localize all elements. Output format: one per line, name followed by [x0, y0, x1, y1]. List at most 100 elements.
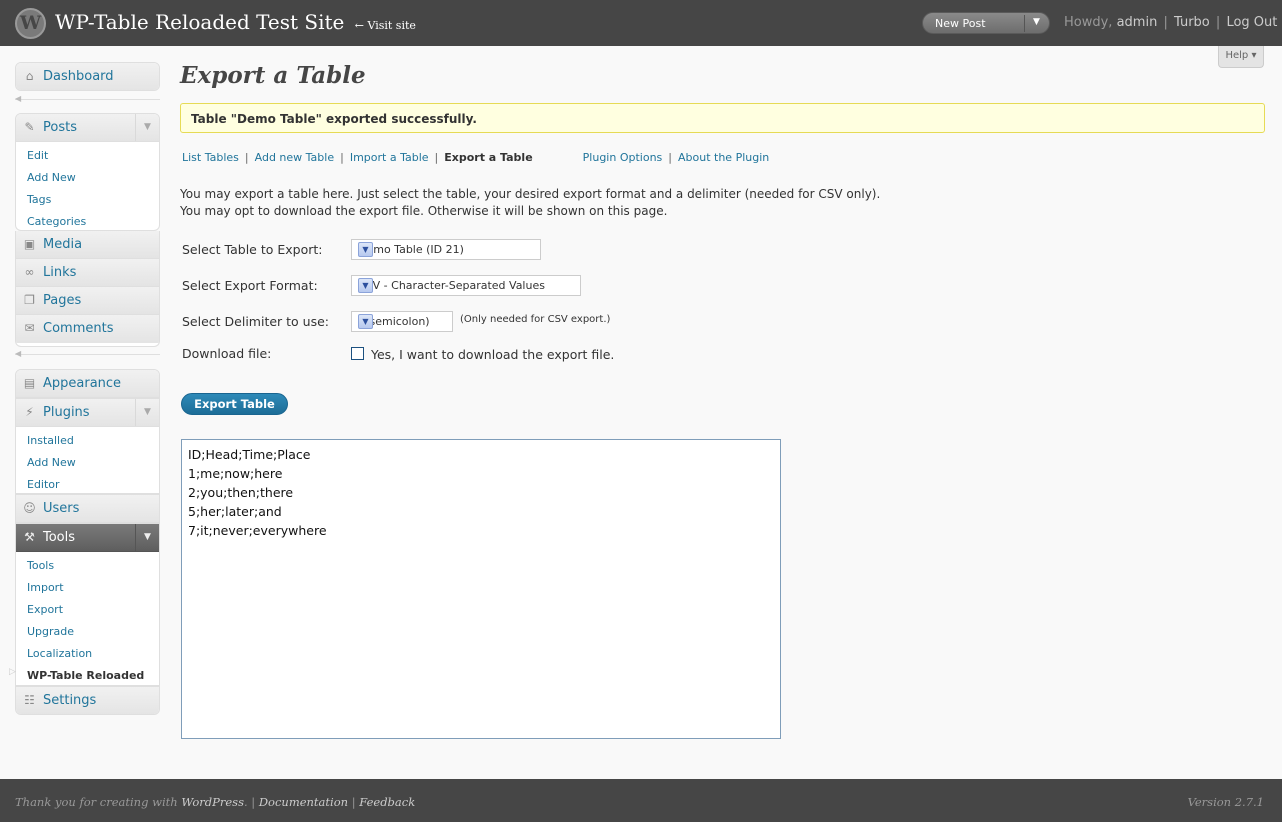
- intro-line: You may opt to download the export file.…: [180, 204, 668, 218]
- table-select-label: Select Table to Export:: [182, 242, 323, 257]
- format-select[interactable]: CSV - Character-Separated Values ▼: [351, 275, 581, 296]
- menu-separator[interactable]: ◀: [15, 94, 160, 105]
- sidebar-menu-posts: ✎ Posts ▼ Edit Add New Tags Categories: [15, 113, 160, 231]
- list-tables-link[interactable]: List Tables: [182, 151, 239, 164]
- export-table-button[interactable]: Export Table: [181, 393, 288, 415]
- import-table-link[interactable]: Import a Table: [350, 151, 429, 164]
- notice-text: Table "Demo Table" exported successfully…: [191, 112, 477, 126]
- menu-toggle-icon[interactable]: ▼: [135, 114, 159, 141]
- site-title: WP-Table Reloaded Test Site ← Visit site: [55, 10, 416, 34]
- chevron-down-icon: ▼: [358, 314, 373, 329]
- footer-credits: Thank you for creating with WordPress. |…: [15, 795, 416, 809]
- chevron-down-icon: ▼: [358, 278, 373, 293]
- new-post-label: New Post: [935, 17, 986, 30]
- export-output-textarea[interactable]: ID;Head;Time;Place 1;me;now;here 2;you;t…: [181, 439, 781, 739]
- admin-footer: Thank you for creating with WordPress. |…: [0, 779, 1282, 822]
- format-select-label: Select Export Format:: [182, 278, 318, 293]
- delimiter-select-label: Select Delimiter to use:: [182, 314, 330, 329]
- submenu-item-installed[interactable]: Installed: [16, 430, 159, 452]
- link-icon: ∞: [24, 265, 35, 279]
- sidebar-item-settings[interactable]: ☷ Settings: [15, 686, 160, 715]
- sidebar-item-comments[interactable]: ✉ Comments: [16, 315, 159, 343]
- media-icon: ▣: [23, 237, 36, 251]
- appearance-icon: ▤: [23, 376, 36, 390]
- intro-text: You may export a table here. Just select…: [180, 186, 880, 220]
- submenu-item-editor[interactable]: Editor: [16, 474, 159, 493]
- sidebar-item-users[interactable]: ☺ Users: [15, 494, 160, 523]
- sidebar-item-label: Pages: [43, 293, 82, 308]
- format-select-value: CSV - Character-Separated Values: [358, 279, 545, 292]
- settings-icon: ☷: [24, 693, 35, 707]
- page-title: Export a Table: [180, 62, 366, 89]
- download-checkbox[interactable]: [351, 347, 364, 360]
- delimiter-note: (Only needed for CSV export.): [460, 314, 611, 325]
- new-post-button[interactable]: New Post ▼: [922, 12, 1050, 34]
- sidebar-item-label: Comments: [43, 321, 114, 336]
- sidebar-item-links[interactable]: ∞ Links: [16, 259, 159, 287]
- sidebar-item-media[interactable]: ▣ Media: [16, 231, 159, 259]
- sidebar-item-pages[interactable]: ❐ Pages: [16, 287, 159, 315]
- sidebar-item-tools[interactable]: Tools: [43, 530, 75, 545]
- submenu-item-add-new-plugin[interactable]: Add New: [16, 452, 159, 474]
- plugin-icon: ⚡: [25, 405, 34, 419]
- sidebar-item-plugins[interactable]: Plugins: [43, 405, 90, 420]
- submenu-item-upgrade[interactable]: Upgrade: [16, 621, 159, 643]
- submenu-item-localization[interactable]: Localization: [16, 643, 159, 665]
- documentation-link[interactable]: Documentation: [259, 795, 348, 809]
- pushpin-icon: ✎: [24, 120, 35, 134]
- menu-toggle-icon[interactable]: ▼: [135, 399, 159, 426]
- help-button[interactable]: Help ▾: [1218, 46, 1264, 68]
- current-item-pointer-icon: ▷: [9, 667, 16, 677]
- feedback-link[interactable]: Feedback: [359, 795, 415, 809]
- submenu-item-export[interactable]: Export: [16, 599, 159, 621]
- menu-toggle-icon[interactable]: ▼: [135, 524, 159, 551]
- submenu-item-import[interactable]: Import: [16, 577, 159, 599]
- tools-icon: ⚒: [24, 530, 35, 544]
- visit-site-link[interactable]: ← Visit site: [355, 19, 416, 32]
- menu-separator[interactable]: ◀: [15, 349, 160, 360]
- sidebar-item-appearance[interactable]: ▤ Appearance: [15, 369, 160, 398]
- intro-line: You may export a table here. Just select…: [180, 187, 881, 201]
- submenu-item-categories[interactable]: Categories: [16, 211, 159, 230]
- plugin-options-link[interactable]: Plugin Options: [583, 151, 663, 164]
- export-line: 1;me;now;here: [188, 466, 283, 481]
- download-checkbox-label[interactable]: Yes, I want to download the export file.: [371, 347, 614, 362]
- sidebar-group-content: ▣ Media ∞ Links ❐ Pages ✉ Comments: [15, 231, 160, 347]
- export-table-current: Export a Table: [444, 151, 533, 164]
- sidebar-item-posts[interactable]: Posts: [43, 120, 77, 135]
- submenu-item-edit[interactable]: Edit: [16, 145, 159, 167]
- submenu-item-tags[interactable]: Tags: [16, 189, 159, 211]
- sidebar-item-label: Media: [43, 237, 83, 252]
- comments-icon: ✉: [24, 321, 35, 335]
- sidebar-menu-tools: ⚒ Tools ▼ Tools Import Export Upgrade Lo…: [15, 523, 160, 686]
- sidebar-item-label: Dashboard: [43, 69, 114, 84]
- turbo-link[interactable]: Turbo: [1174, 15, 1210, 30]
- export-line: 2;you;then;there: [188, 485, 294, 500]
- version-text: Version 2.7.1: [1187, 795, 1264, 809]
- dropdown-arrow-icon[interactable]: ▼: [1033, 17, 1040, 27]
- sidebar-menu-plugins: ⚡ Plugins ▼ Installed Add New Editor: [15, 398, 160, 494]
- sidebar-item-dashboard[interactable]: ⌂ Dashboard: [15, 62, 160, 91]
- thank-you-text: Thank you for creating with: [15, 795, 178, 809]
- download-label: Download file:: [182, 346, 272, 361]
- about-plugin-link[interactable]: About the Plugin: [678, 151, 769, 164]
- submenu-item-tools[interactable]: Tools: [16, 555, 159, 577]
- delimiter-select[interactable]: ; (semicolon) ▼: [351, 311, 453, 332]
- wordpress-link[interactable]: WordPress: [181, 795, 244, 809]
- divider: |: [1163, 15, 1168, 30]
- table-select[interactable]: Demo Table (ID 21) ▼: [351, 239, 541, 260]
- pages-icon: ❐: [24, 293, 35, 307]
- user-profile-link[interactable]: admin: [1117, 15, 1158, 30]
- users-icon: ☺: [23, 501, 36, 515]
- wordpress-logo-icon[interactable]: W: [15, 8, 46, 39]
- home-icon: ⌂: [25, 69, 34, 83]
- success-notice: Table "Demo Table" exported successfully…: [180, 103, 1265, 133]
- sidebar-item-label: Links: [43, 265, 77, 280]
- chevron-down-icon: ▼: [358, 242, 373, 257]
- submenu-item-add-new-post[interactable]: Add New: [16, 167, 159, 189]
- help-label: Help: [1225, 50, 1249, 61]
- logout-link[interactable]: Log Out: [1226, 15, 1277, 30]
- submenu-item-wp-table-reloaded[interactable]: WP-Table Reloaded: [16, 665, 159, 685]
- plugin-subnav: List Tables | Add new Table | Import a Table…: [182, 151, 770, 164]
- add-new-table-link[interactable]: Add new Table: [255, 151, 334, 164]
